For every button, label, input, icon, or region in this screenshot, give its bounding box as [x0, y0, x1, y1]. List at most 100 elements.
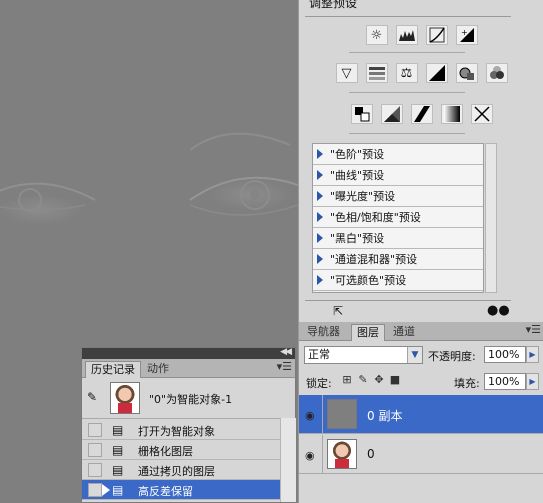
panel-top-bar: ◀◀	[82, 347, 295, 359]
separator	[349, 133, 465, 134]
tab-layers[interactable]: 图层	[351, 324, 385, 341]
adjustment-icons-row-2: ▽ ⚖	[299, 63, 543, 83]
separator	[349, 52, 465, 53]
layer-thumbnail	[327, 399, 357, 429]
exposure-icon[interactable]: +	[455, 25, 478, 45]
threshold-icon[interactable]	[410, 104, 433, 124]
lock-label: 锁定:	[306, 377, 332, 390]
left-eye-texture	[0, 132, 298, 216]
history-source-checkbox[interactable]	[88, 483, 102, 497]
snapshot-name: "0"为智能对象-1	[149, 393, 233, 406]
preset-item-selective-color[interactable]: "可选颜色"预设	[313, 270, 483, 291]
lock-position-icon[interactable]: ✥	[373, 374, 385, 386]
history-source-checkbox[interactable]	[88, 443, 102, 457]
svg-text:+: +	[461, 28, 468, 37]
history-step[interactable]: ▤ 通过拷贝的图层	[82, 460, 280, 480]
tab-navigator[interactable]: 导航器	[302, 324, 345, 340]
lock-all-icon[interactable]: ■	[389, 374, 401, 386]
preset-label: "色阶"预设	[330, 148, 385, 161]
history-source-checkbox[interactable]	[88, 463, 102, 477]
vibrance-icon[interactable]: ▽	[335, 63, 358, 83]
layers-tabbar: 导航器 图层 通道 ▾☰	[299, 322, 543, 341]
panel-options-icon[interactable]: ●●	[487, 303, 510, 318]
adjustments-panel: 调整预设 ☼ + ▽ ⚖ "色阶"预设 "曲线"预设 "曝光度"预设 "色相/饱…	[298, 0, 543, 322]
opacity-field[interactable]: 100%	[484, 346, 526, 363]
tab-actions[interactable]: 动作	[142, 361, 174, 377]
history-step-label: 高反差保留	[138, 485, 193, 498]
return-to-list-icon[interactable]: ⇱	[333, 304, 343, 318]
curves-icon[interactable]	[425, 25, 448, 45]
history-step[interactable]: ▤ 打开为智能对象	[82, 420, 280, 440]
hue-saturation-icon[interactable]	[365, 63, 388, 83]
history-source-checkbox[interactable]	[88, 423, 102, 437]
history-panel: ◀◀ 历史记录 动作 ▾☰ ✎ "0"为智能对象-1 ▤ 打开为智能对象 ▤ 栅…	[81, 347, 296, 503]
expand-triangle-icon	[317, 149, 323, 159]
adjustments-title-strip: 调整预设	[305, 0, 511, 17]
lock-transparency-icon[interactable]: ⊞	[341, 374, 353, 386]
panel-menu-icon[interactable]: ▾☰	[526, 323, 541, 336]
preset-item-hue-saturation[interactable]: "色相/饱和度"预设	[313, 207, 483, 228]
expand-triangle-icon	[317, 275, 323, 285]
preset-label: "可选颜色"预设	[330, 274, 407, 287]
levels-icon[interactable]	[395, 25, 418, 45]
collapse-icon[interactable]: ◀◀	[280, 347, 292, 357]
layer-name[interactable]: 0	[367, 447, 375, 461]
preset-label: "黑白"预设	[330, 232, 385, 245]
adjustments-title: 调整预设	[309, 0, 358, 10]
layer-row-original[interactable]: ◉ 0	[299, 435, 543, 474]
history-step-icon: ▤	[112, 463, 124, 477]
preset-label: "色相/饱和度"预设	[330, 211, 421, 224]
history-step-selected[interactable]: ▤ 高反差保留	[82, 480, 280, 500]
selective-color-icon[interactable]	[470, 104, 493, 124]
preset-list: "色阶"预设 "曲线"预设 "曝光度"预设 "色相/饱和度"预设 "黑白"预设 …	[312, 143, 484, 293]
layer-row-copy[interactable]: ◉ 0 副本	[299, 395, 543, 434]
fill-slider-arrow-icon[interactable]: ▶	[526, 373, 539, 390]
tab-history[interactable]: 历史记录	[85, 361, 141, 378]
panel-menu-icon[interactable]: ▾☰	[277, 360, 292, 373]
opacity-slider-arrow-icon[interactable]: ▶	[526, 346, 539, 363]
gradient-map-icon[interactable]	[440, 104, 463, 124]
color-balance-icon[interactable]: ⚖	[395, 63, 418, 83]
blend-mode-value: 正常	[308, 348, 330, 361]
preset-label: "曲线"预设	[330, 169, 385, 182]
layer-name[interactable]: 0 副本	[367, 407, 402, 424]
preset-item-levels[interactable]: "色阶"预设	[313, 144, 483, 165]
invert-icon[interactable]	[350, 104, 373, 124]
fill-label: 填充:	[454, 377, 480, 390]
preset-item-channel-mixer[interactable]: "通道混和器"预设	[313, 249, 483, 270]
layers-panel: 导航器 图层 通道 ▾☰ 正常 ▼ 不透明度: 100% ▶ 锁定: ⊞ ✎ ✥…	[298, 322, 543, 503]
adjustments-bottom-bar: ⇱ ●●	[305, 300, 511, 321]
photo-filter-icon[interactable]	[455, 63, 478, 83]
preset-item-black-white[interactable]: "黑白"预设	[313, 228, 483, 249]
history-scrollbar[interactable]	[280, 418, 296, 502]
black-white-icon[interactable]	[425, 63, 448, 83]
history-snapshot[interactable]: ✎ "0"为智能对象-1	[82, 378, 295, 419]
chevron-down-icon: ▼	[407, 347, 422, 363]
history-state-pointer-icon[interactable]	[102, 484, 110, 496]
history-step-icon: ▤	[112, 483, 124, 497]
lock-pixels-icon[interactable]: ✎	[357, 374, 369, 386]
preset-label: "通道混和器"预设	[330, 253, 418, 266]
history-step-icon: ▤	[112, 423, 124, 437]
expand-triangle-icon	[317, 254, 323, 264]
opacity-label: 不透明度:	[428, 350, 476, 363]
preset-scrollbar[interactable]	[485, 143, 497, 293]
history-brush-icon[interactable]: ✎	[87, 390, 97, 404]
blend-mode-select[interactable]: 正常 ▼	[304, 346, 423, 364]
history-step[interactable]: ▤ 栅格化图层	[82, 440, 280, 460]
history-tabbar: 历史记录 动作 ▾☰	[82, 359, 295, 378]
visibility-toggle[interactable]: ◉	[299, 395, 323, 434]
fill-field[interactable]: 100%	[484, 373, 526, 390]
history-step-label: 打开为智能对象	[138, 425, 215, 438]
snapshot-thumbnail	[110, 382, 140, 414]
brightness-contrast-icon[interactable]: ☼	[365, 25, 388, 45]
separator	[349, 92, 465, 93]
tab-channels[interactable]: 通道	[388, 324, 420, 340]
opacity-value: 100%	[488, 348, 520, 361]
channel-mixer-icon[interactable]	[485, 63, 508, 83]
preset-label: "曝光度"预设	[330, 190, 396, 203]
preset-item-curves[interactable]: "曲线"预设	[313, 165, 483, 186]
posterize-icon[interactable]	[380, 104, 403, 124]
visibility-toggle[interactable]: ◉	[299, 435, 323, 474]
preset-item-exposure[interactable]: "曝光度"预设	[313, 186, 483, 207]
